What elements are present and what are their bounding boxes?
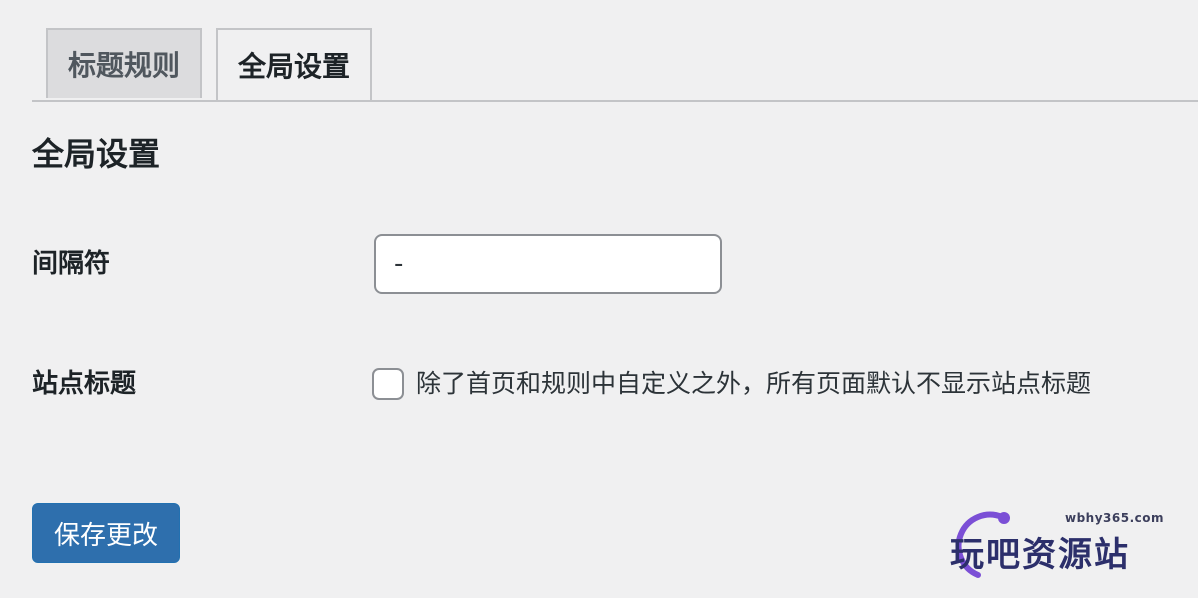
watermark-text: 玩吧资源站 [950,535,1130,575]
site-title-option[interactable]: 除了首页和规则中自定义之外，所有页面默认不显示站点标题 [372,366,1091,402]
hide-site-title-checkbox-label[interactable]: 除了首页和规则中自定义之外，所有页面默认不显示站点标题 [416,366,1091,402]
watermark-url: wbhy365.com [1064,511,1164,525]
settings-page: 标题规则 全局设置 全局设置 间隔符 站点标题 除了首页和规则中自定义之外，所有… [0,0,1198,598]
separator-input[interactable] [374,234,722,294]
tab-title-rules[interactable]: 标题规则 [46,28,202,98]
section-title: 全局设置 [32,135,161,173]
tab-bar: 标题规则 全局设置 [32,28,1198,102]
watermark-logo: wbhy365.com 玩吧资源站 [944,505,1174,585]
hide-site-title-checkbox[interactable] [372,368,404,400]
tab-title-rules-label: 标题规则 [67,49,180,82]
tab-global-settings-label: 全局设置 [237,50,350,83]
save-changes-button[interactable]: 保存更改 [32,503,180,563]
separator-label: 间隔符 [32,249,111,279]
tab-global-settings[interactable]: 全局设置 [216,28,372,100]
site-title-label: 站点标题 [32,369,137,399]
